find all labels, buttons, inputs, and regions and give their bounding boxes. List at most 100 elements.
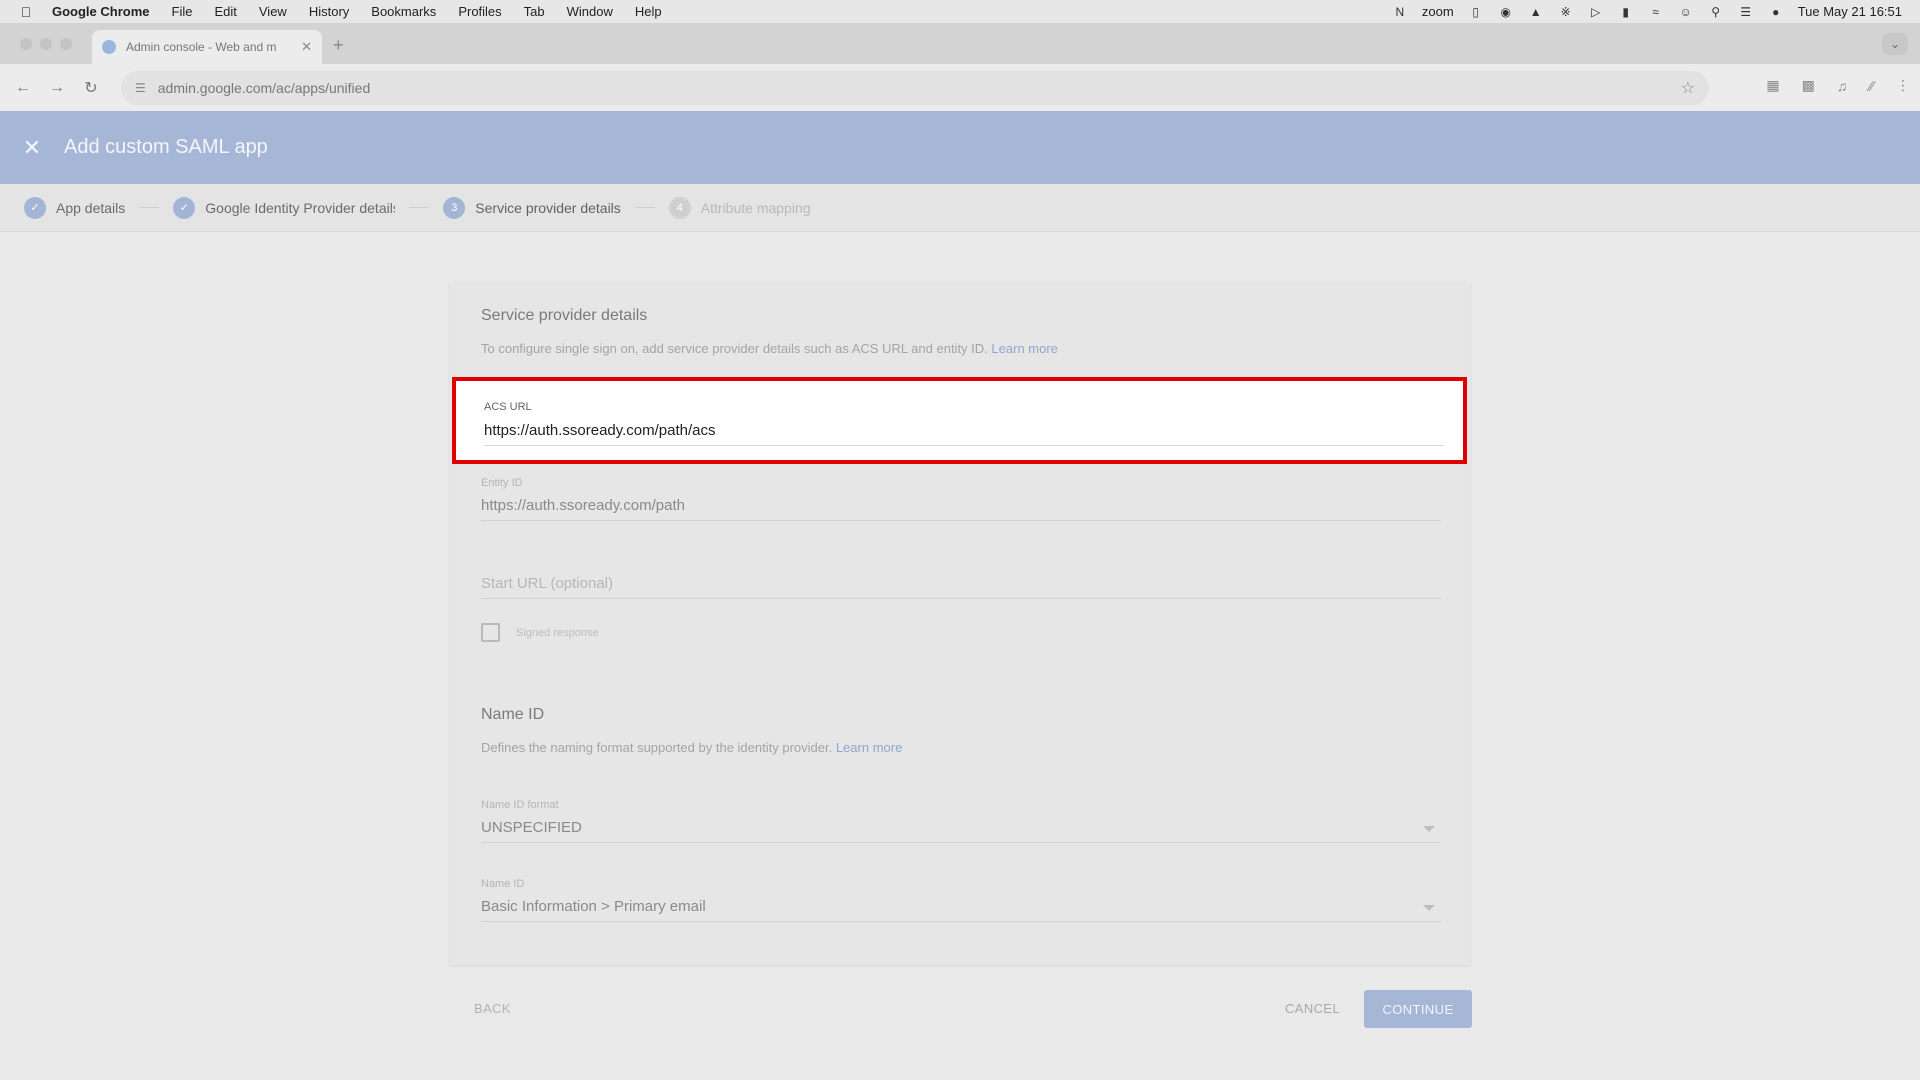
media-controls-icon[interactable]: ♫	[1837, 78, 1848, 94]
page-title: Add custom SAML app	[64, 136, 268, 158]
name-id-label: Name ID	[481, 878, 525, 890]
signed-response-label: Signed response	[516, 626, 599, 639]
bookmark-star-icon[interactable]: ☆	[1681, 78, 1695, 98]
signed-response-row[interactable]: Signed response	[481, 623, 599, 642]
step-google-idp-details[interactable]: ✓ Google Identity Provider details	[173, 196, 396, 219]
macos-menu-bar:  Google Chrome File Edit View History B…	[0, 0, 1920, 23]
admin-favicon-icon	[102, 40, 116, 54]
menu-profiles[interactable]: Profiles	[458, 4, 501, 19]
toolbar-actions: ▦ ▩ ♫ ⁄⁄ ⋮	[1766, 77, 1910, 94]
browser-toolbar: ← → ↻ ☰ admin.google.com/ac/apps/unified…	[0, 64, 1920, 111]
tab-title: Admin console - Web and m	[126, 40, 277, 54]
zoom-status[interactable]: zoom	[1422, 4, 1454, 19]
wifi-icon[interactable]: ≈	[1648, 5, 1664, 19]
more-menu-icon[interactable]: ⋮	[1896, 77, 1910, 94]
name-id-format-label: Name ID format	[481, 799, 559, 811]
tab-search-icon[interactable]: ⌄	[1882, 33, 1908, 55]
step-label: Attribute mapping	[700, 199, 811, 216]
step-label: Google Identity Provider details	[205, 199, 396, 216]
acs-url-label: ACS URL	[484, 401, 532, 413]
description-text: To configure single sign on, add service…	[481, 341, 988, 356]
entity-id-field[interactable]: Entity ID https://auth.ssoready.com/path	[481, 477, 1441, 521]
step-divider	[409, 207, 430, 208]
search-icon[interactable]: ⚲	[1708, 5, 1724, 19]
app-header: ✕ Add custom SAML app	[0, 111, 1920, 184]
step-service-provider-details[interactable]: 3 Service provider details	[443, 196, 621, 219]
siri-icon[interactable]: ●	[1768, 5, 1784, 19]
step-label: App details	[56, 199, 126, 216]
acs-url-field[interactable]: ACS URL https://auth.ssoready.com/path/a…	[484, 401, 1444, 446]
step-number: 3	[443, 196, 466, 219]
window-controls	[20, 38, 72, 50]
close-tab-icon[interactable]: ✕	[301, 39, 312, 55]
apple-icon[interactable]: 	[0, 4, 52, 20]
name-id-format-value[interactable]: UNSPECIFIED	[481, 819, 1441, 842]
address-bar[interactable]: ☰ admin.google.com/ac/apps/unified ☆	[121, 71, 1709, 105]
step-label: Service provider details	[475, 199, 621, 216]
new-tab-icon[interactable]: +	[333, 35, 344, 56]
menu-tab[interactable]: Tab	[524, 4, 545, 19]
site-info-icon[interactable]: ☰	[135, 81, 146, 95]
puzzle-extensions-icon[interactable]: ▩	[1802, 77, 1815, 94]
url-text[interactable]: admin.google.com/ac/apps/unified	[158, 80, 370, 96]
check-icon: ✓	[24, 196, 46, 219]
close-window-button[interactable]	[20, 38, 32, 50]
learn-more-link[interactable]: Learn more	[991, 341, 1057, 356]
signed-response-checkbox[interactable]	[481, 623, 500, 642]
start-url-field[interactable]: Start URL (optional)	[481, 575, 1441, 599]
dropdown-arrow-icon[interactable]	[1423, 905, 1435, 911]
name-id-format-select[interactable]: Name ID format UNSPECIFIED	[481, 799, 1441, 843]
start-url-input[interactable]: Start URL (optional)	[481, 575, 1441, 598]
step-divider	[634, 207, 655, 208]
status-area: N zoom ▯ ◉ ▲ ※ ▷ ▮ ≈ ☺ ⚲ ☰ ● Tue May 21 …	[1392, 4, 1920, 19]
entity-id-label: Entity ID	[481, 477, 523, 489]
zoom-window-button[interactable]	[60, 38, 72, 50]
section-title: Service provider details	[481, 307, 648, 324]
profile-extension-icon[interactable]: ⁄⁄	[1869, 78, 1874, 94]
menu-file[interactable]: File	[172, 4, 193, 19]
name-id-value[interactable]: Basic Information > Primary email	[481, 898, 1441, 921]
check-icon: ✓	[173, 196, 196, 219]
name-id-title: Name ID	[481, 706, 545, 723]
menu-help[interactable]: Help	[635, 4, 662, 19]
drive-icon[interactable]: ▯	[1468, 5, 1484, 19]
forward-arrow-icon[interactable]: →	[46, 79, 68, 97]
step-number: 4	[668, 196, 691, 219]
step-attribute-mapping[interactable]: 4 Attribute mapping	[668, 196, 811, 219]
back-button[interactable]: BACK	[474, 1001, 511, 1016]
progress-stepper: ✓ App details ✓ Google Identity Provider…	[0, 184, 1920, 232]
section-description: To configure single sign on, add service…	[481, 341, 1058, 356]
entity-id-input[interactable]: https://auth.ssoready.com/path	[481, 497, 1441, 520]
menu-bookmarks[interactable]: Bookmarks	[371, 4, 436, 19]
name-id-select[interactable]: Name ID Basic Information > Primary emai…	[481, 878, 1441, 922]
learn-more-link[interactable]: Learn more	[836, 740, 902, 755]
name-id-description: Defines the naming format supported by t…	[481, 740, 902, 755]
dropdown-arrow-icon[interactable]	[1423, 826, 1435, 832]
notion-icon[interactable]: N	[1392, 5, 1408, 19]
menu-window[interactable]: Window	[567, 4, 613, 19]
cancel-button[interactable]: CANCEL	[1285, 1001, 1340, 1016]
user-icon[interactable]: ☺	[1678, 5, 1694, 19]
browser-tab[interactable]: Admin console - Web and m ✕	[92, 30, 322, 64]
step-app-details[interactable]: ✓ App details	[24, 196, 126, 219]
menu-view[interactable]: View	[259, 4, 287, 19]
description-text: Defines the naming format supported by t…	[481, 740, 833, 755]
clock[interactable]: Tue May 21 16:51	[1798, 4, 1902, 19]
step-divider	[139, 207, 160, 208]
bluetooth-icon[interactable]: ※	[1558, 5, 1574, 19]
play-icon[interactable]: ▷	[1588, 5, 1604, 19]
menu-app-name[interactable]: Google Chrome	[52, 4, 150, 19]
close-icon[interactable]: ✕	[0, 135, 64, 161]
back-arrow-icon[interactable]: ←	[12, 79, 34, 97]
extension-icon[interactable]: ▦	[1766, 77, 1779, 94]
continue-button[interactable]: CONTINUE	[1364, 990, 1472, 1028]
battery-icon[interactable]: ▮	[1618, 5, 1634, 19]
acs-url-input[interactable]: https://auth.ssoready.com/path/acs	[484, 422, 1444, 445]
menu-edit[interactable]: Edit	[214, 4, 236, 19]
control-center-icon[interactable]: ☰	[1738, 5, 1754, 19]
record-icon[interactable]: ◉	[1498, 5, 1514, 19]
menu-history[interactable]: History	[309, 4, 349, 19]
reload-icon[interactable]: ↻	[80, 78, 102, 98]
minimize-window-button[interactable]	[40, 38, 52, 50]
app-icon[interactable]: ▲	[1528, 5, 1544, 19]
